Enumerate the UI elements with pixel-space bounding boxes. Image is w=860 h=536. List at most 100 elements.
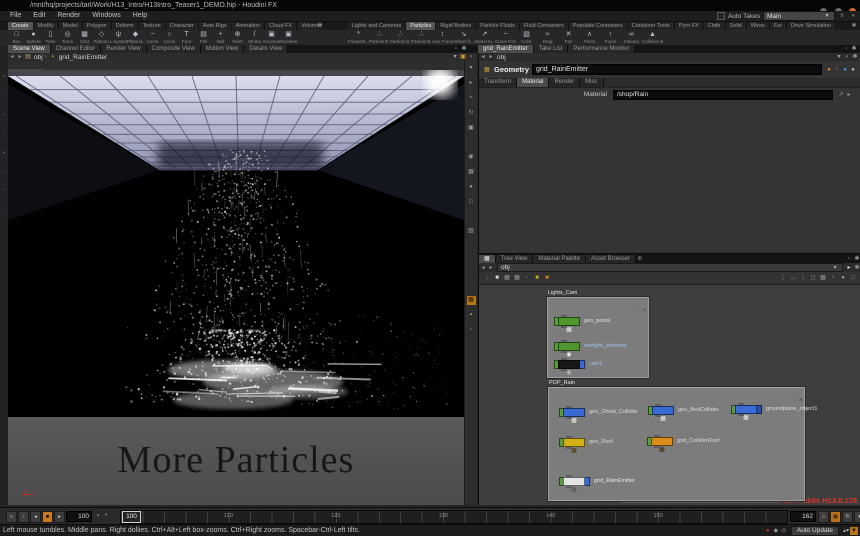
shelf-tab-animation[interactable]: Animation — [232, 22, 265, 30]
menu-help[interactable]: Help — [127, 11, 153, 21]
points-display-icon[interactable]: ▪ — [467, 311, 476, 320]
tab-asset-browser[interactable]: Asset Browser — [586, 255, 636, 263]
tool-particle-b[interactable]: ∴Particle B... — [390, 30, 411, 44]
pane-gear-icon[interactable]: ✱ — [853, 255, 860, 263]
loop-mode-icon[interactable]: ↻ — [842, 511, 853, 523]
node-display-flag[interactable] — [757, 405, 762, 414]
comment-icon[interactable]: ▫ — [523, 274, 531, 282]
shelf-tab-auto-rigs[interactable]: Auto Rigs — [199, 22, 232, 30]
pane-gear-icon[interactable]: ✱ — [850, 45, 858, 53]
shelf-tab-model[interactable]: Model — [59, 22, 83, 30]
chevron-down-icon[interactable]: ▾ — [835, 53, 843, 61]
tool-curve-force[interactable]: ~Curve Force — [495, 30, 516, 44]
tab-channel-editor[interactable]: Channel Editor — [51, 45, 102, 53]
shelf-tab-modify[interactable]: Modify — [34, 22, 59, 30]
network-status-icon[interactable]: ◎ — [780, 527, 788, 535]
shelf-tab-particle-fluids[interactable]: Particle Fluids — [476, 22, 520, 30]
shelf-tab-particles[interactable]: Particles — [406, 22, 436, 30]
realtime-toggle-icon[interactable]: ▦ — [830, 511, 841, 523]
tool-particle-b[interactable]: ∴Particle B... — [369, 30, 390, 44]
tool-drag[interactable]: ≈Drag — [537, 30, 558, 44]
shelf-gear-icon[interactable]: ✱ — [316, 22, 324, 30]
history-back-icon[interactable]: ◂ — [479, 264, 487, 272]
tool-attract-to[interactable]: ↗Attract to... — [474, 30, 495, 44]
node-name-field[interactable]: grid_RainEmitter — [532, 64, 822, 75]
tool-box[interactable]: □Box — [8, 30, 25, 44]
folder-icon[interactable]: ▤ — [24, 53, 32, 61]
tool-rivet[interactable]: ⊕Rivet — [229, 30, 246, 44]
tab-grid-rainemitter[interactable]: grid_RainEmitter — [478, 45, 534, 53]
playbar-options-icon[interactable]: ▾ — [854, 511, 860, 523]
tool-particle-b[interactable]: ∴Particle B... — [411, 30, 432, 44]
shop-pane-icon[interactable]: ◦ — [1, 168, 7, 176]
wireframe-icon[interactable]: □ — [467, 198, 476, 207]
node-cam1[interactable]: ◉cam1 — [554, 360, 602, 369]
tool-interact[interactable]: ∞Interact — [621, 30, 642, 44]
params-path[interactable]: obj — [497, 54, 506, 61]
tool-force[interactable]: ↑Force — [600, 30, 621, 44]
light-pane-icon[interactable]: ∙ — [1, 130, 7, 138]
current-frame-field[interactable]: 100 — [66, 511, 92, 522]
scale-tool-icon[interactable]: ▣ — [467, 124, 476, 133]
tab-performance-monitor[interactable]: Performance Monitor — [568, 45, 635, 53]
tool-collision-b[interactable]: ▲Collision B... — [642, 30, 663, 44]
tab-take-list[interactable]: Take List — [534, 45, 569, 53]
node-display-flag[interactable] — [580, 360, 585, 369]
node-geo-roof[interactable]: ▦geo_Roof — [559, 438, 613, 447]
color-palette-icon[interactable]: ■ — [533, 274, 541, 282]
tool-platonic[interactable]: ◇Platonic — [93, 30, 110, 44]
camera-pane-icon[interactable]: ▫ — [1, 111, 7, 119]
connectivity-icon[interactable]: ⋮ — [483, 274, 491, 282]
shelf-tab-fluid-containers[interactable]: Fluid Containers — [520, 22, 569, 30]
history-back-icon[interactable]: ◂ — [479, 53, 487, 61]
tab-transform[interactable]: Transform — [479, 78, 517, 87]
netbox-close-icon[interactable]: ✕ — [642, 306, 647, 314]
tool-flock[interactable]: ʌFlock — [579, 30, 600, 44]
network-view-tab[interactable]: ▦ — [479, 255, 496, 263]
tab-render[interactable]: Render — [549, 78, 580, 87]
network-box-icon[interactable]: ■ — [543, 274, 551, 282]
take-selector[interactable]: Main ▾ — [763, 11, 835, 21]
frame-all-icon[interactable]: ◻ — [809, 274, 817, 282]
pane-gear-icon[interactable]: ✱ — [460, 45, 468, 53]
tool-attract-fr[interactable]: ↘Attract fr... — [453, 30, 474, 44]
prev-frame-icon[interactable]: ‹ — [18, 511, 29, 523]
update-mode-icon[interactable]: ▼ — [850, 527, 858, 535]
new-pane-tab-icon[interactable]: ⊕ — [636, 255, 644, 263]
node-envlight-ambient[interactable]: ◉envlight_Ambient — [554, 342, 626, 351]
auto-takes-checkbox[interactable] — [717, 12, 725, 20]
overview-map-icon[interactable]: ▦ — [819, 274, 827, 282]
shelf-tab-character[interactable]: Character — [166, 22, 199, 30]
pin-icon[interactable]: ▪ — [843, 53, 851, 61]
chevron-down-icon[interactable]: ▾ — [451, 53, 459, 61]
home-frame-icon[interactable]: ⌂ — [818, 511, 829, 523]
tool-sphere[interactable]: ●Sphere — [25, 30, 42, 44]
node-geo-ghost-collider[interactable]: ▦geo_Ghost_Collider — [559, 408, 638, 417]
tab-tree-view[interactable]: Tree View — [496, 255, 534, 263]
shelf-gear-icon[interactable]: ✱ — [850, 22, 858, 30]
tool-tube[interactable]: ▯Tube — [42, 30, 59, 44]
obj-pane-icon[interactable]: ▪ — [1, 149, 7, 157]
shelf-tab-solid[interactable]: Solid — [726, 22, 747, 30]
channel-scope-icon[interactable]: ↗ — [837, 91, 845, 99]
pane-float-icon[interactable]: ▫ — [845, 255, 853, 263]
shade-mode-icon[interactable]: ● — [467, 183, 476, 192]
breadcrumb-root[interactable]: obj — [34, 54, 43, 61]
jump-to-material-icon[interactable]: ▸ — [845, 91, 853, 99]
tool-circle[interactable]: ○Circle — [161, 30, 178, 44]
play-icon[interactable]: ▸ — [845, 264, 853, 272]
camera-lock-icon[interactable]: ▦ — [467, 168, 476, 177]
shelf-tab-lights-and-cameras[interactable]: Lights and Cameras — [348, 22, 406, 30]
message-log-icon[interactable]: ◆ — [772, 527, 780, 535]
history-forward-icon[interactable]: ▸ — [487, 264, 495, 272]
node-geo-portal[interactable]: ▦geo_portal — [554, 317, 610, 326]
tool-l-system[interactable]: ψL-system — [110, 30, 127, 44]
shelf-tab-pyro-fx[interactable]: Pyro FX — [675, 22, 704, 30]
out-pane-icon[interactable]: ▫ — [1, 187, 7, 195]
tool-null[interactable]: +Null — [212, 30, 229, 44]
pin-icon[interactable]: ▫ — [833, 66, 841, 74]
tool-file[interactable]: ▤File — [195, 30, 212, 44]
titlebar[interactable]: /mnt/hq/projects/tarl/Work/H13_Intro/H13… — [0, 0, 860, 11]
shelf-tab-polygon[interactable]: Polygon — [83, 22, 112, 30]
range-end-field[interactable]: 162 — [790, 511, 816, 522]
